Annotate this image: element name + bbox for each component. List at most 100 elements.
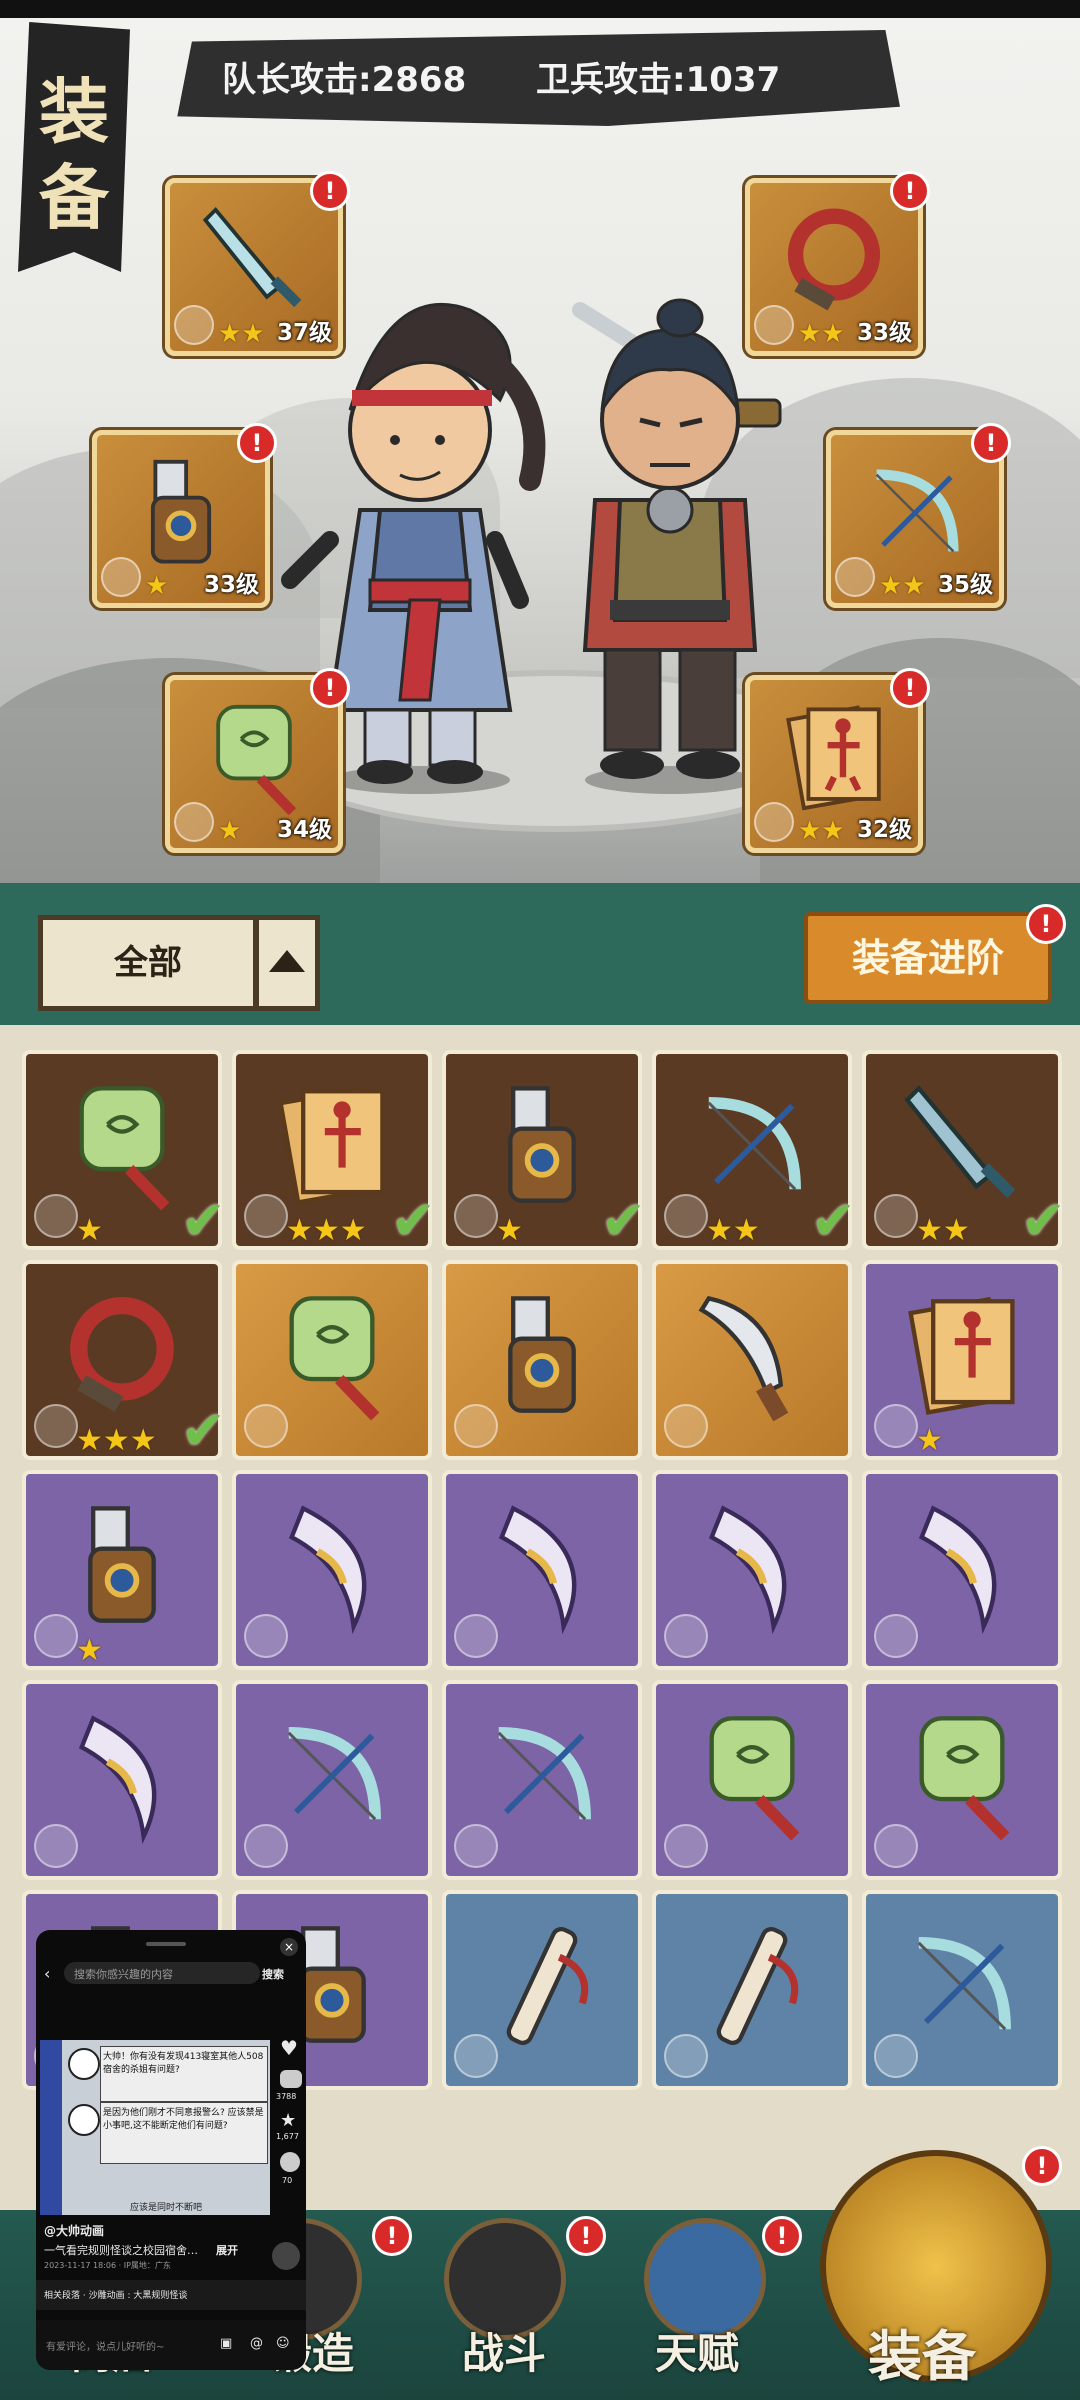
coin-icon <box>874 1404 918 1448</box>
close-icon[interactable]: × <box>280 1938 298 1956</box>
inventory-item-crescent[interactable] <box>232 1470 432 1670</box>
search-button[interactable]: 搜索 <box>262 1966 284 1982</box>
star-rating: ★★★ <box>76 1423 157 1458</box>
coin-icon <box>454 1194 498 1238</box>
equip-slot-bow[interactable]: ★★ 35级 ! <box>826 423 1011 608</box>
mention-icon[interactable]: @ <box>250 2336 263 2351</box>
star-rating: ★ <box>218 816 242 846</box>
alert-badge: ! <box>566 2216 606 2256</box>
inventory-item-crescent[interactable] <box>22 1680 222 1880</box>
status-strip <box>0 0 1080 18</box>
emoji-icon[interactable]: ☺ <box>276 2336 290 2351</box>
search-input[interactable]: 搜索你感兴趣的内容 <box>64 1962 260 1984</box>
bow-icon <box>707 1097 801 1191</box>
inventory-item-crescent[interactable] <box>652 1470 852 1670</box>
gauntlet-icon <box>88 1506 156 1623</box>
whip-icon <box>787 208 881 311</box>
inventory-item-bow[interactable]: ★★ ✔ <box>652 1050 856 1252</box>
jade-token-icon <box>289 1296 380 1421</box>
star-rating: ★ <box>76 1213 103 1248</box>
filter-dropdown[interactable]: 全部 <box>38 915 258 1011</box>
coin-icon <box>874 1194 918 1238</box>
equipped-check-icon: ✔ <box>180 1399 226 1462</box>
slot-level: 33级 <box>203 572 259 598</box>
comment-input[interactable]: 有爱评论，说点儿好听的~ <box>46 2338 164 2353</box>
gauntlet-icon <box>508 1086 576 1203</box>
author-name[interactable]: @大帅动画 <box>44 2222 104 2239</box>
inventory-item-sword[interactable]: ★★ ✔ <box>862 1050 1066 1252</box>
nav-talent[interactable]: 天赋 <box>655 2320 739 2381</box>
inventory-item-crescent[interactable] <box>442 1470 642 1670</box>
coin-icon <box>754 802 794 842</box>
star-rating: ★ <box>76 1633 103 1668</box>
comment-icon[interactable] <box>280 2070 302 2088</box>
equip-slot-gauntlet[interactable]: ★ 33级 ! <box>92 423 277 608</box>
coin-icon <box>34 1614 78 1658</box>
comment-bar[interactable]: 有爱评论，说点儿好听的~ ▣ @ ☺ <box>36 2320 306 2370</box>
video-frame[interactable]: 大帅！你有没有发现413寝室其他人508宿舍的杀姐有问题? 是因为他们刚才不同意… <box>40 2040 270 2215</box>
dao-icon <box>698 1295 789 1422</box>
crescent-icon <box>708 1505 787 1635</box>
inventory-item-scroll[interactable]: ★ <box>862 1260 1062 1460</box>
like-icon[interactable]: ♥ <box>280 2036 298 2060</box>
jade-token-icon <box>216 704 297 816</box>
inventory-item-gauntlet[interactable] <box>442 1260 642 1460</box>
equip-slot-sword[interactable]: ★★ 37级 ! <box>165 171 350 356</box>
coin-icon <box>874 1614 918 1658</box>
drag-handle[interactable] <box>146 1942 186 1946</box>
coin-icon <box>174 802 214 842</box>
expand-link[interactable]: 展开 <box>216 2242 238 2258</box>
star-icon[interactable]: ★ <box>280 2110 296 2131</box>
inventory-item-flute[interactable] <box>652 1890 852 2090</box>
inventory-item-bow[interactable] <box>442 1680 642 1880</box>
inventory-item-jade-token[interactable] <box>652 1680 852 1880</box>
star-rating: ★ <box>916 1423 943 1458</box>
alert-badge: ! <box>890 171 930 211</box>
inventory-item-jade-token[interactable] <box>862 1680 1062 1880</box>
equip-slot-whip[interactable]: ★★ 33级 ! <box>745 171 930 356</box>
coin-icon <box>664 1194 708 1238</box>
inventory-item-bow[interactable] <box>232 1680 432 1880</box>
alert-badge: ! <box>237 423 277 463</box>
slot-level: 35级 <box>937 572 993 598</box>
equipped-check-icon: ✔ <box>600 1189 646 1252</box>
inventory-item-jade-token[interactable] <box>232 1260 432 1460</box>
scroll-icon <box>278 1086 385 1205</box>
share-icon[interactable] <box>280 2152 300 2172</box>
video-description: 一气看完规则怪谈之校园宿舍… <box>44 2244 198 2257</box>
coin-icon <box>101 557 141 597</box>
inventory-item-gauntlet[interactable]: ★ <box>22 1470 222 1670</box>
equip-slot-jade-token[interactable]: ★ 34级 ! <box>165 668 350 853</box>
inventory-item-gauntlet[interactable]: ★ ✔ <box>442 1050 646 1252</box>
post-meta: 2023-11-17 18:06 · IP属地：广东 <box>44 2261 171 2270</box>
coin-icon <box>664 1824 708 1868</box>
inventory-item-flute[interactable] <box>442 1890 642 2090</box>
gauntlet-icon <box>508 1296 576 1413</box>
flute-icon <box>716 1926 799 2046</box>
alert-badge: ! <box>372 2216 412 2256</box>
image-icon[interactable]: ▣ <box>220 2336 232 2351</box>
inventory-item-crescent[interactable] <box>862 1470 1062 1670</box>
star-rating: ★★ <box>706 1213 760 1248</box>
alert-badge: ! <box>310 171 350 211</box>
inventory-item-bow[interactable] <box>862 1890 1062 2090</box>
related-bar[interactable]: 相关段落 · 沙雕动画 : 大黑规则怪谈 <box>36 2280 306 2310</box>
equip-slot-scroll[interactable]: ★★ 32级 ! <box>745 668 930 853</box>
back-icon[interactable]: ‹ <box>44 1964 50 1983</box>
inventory-item-whip[interactable]: ★★★ ✔ <box>22 1260 226 1462</box>
equip-advance-button[interactable]: 装备进阶 <box>804 912 1052 1004</box>
dropdown-toggle[interactable] <box>254 915 320 1011</box>
star-rating: ★★ <box>916 1213 970 1248</box>
music-disc-icon[interactable] <box>272 2242 300 2270</box>
video-overlay[interactable]: × ‹ 搜索你感兴趣的内容 搜索 大帅！你有没有发现413寝室其他人508宿舍的… <box>36 1930 306 2370</box>
coin-icon <box>835 557 875 597</box>
crescent-icon <box>78 1715 157 1845</box>
nav-battle[interactable]: 战斗 <box>462 2320 546 2381</box>
star-rating: ★★ <box>879 571 926 601</box>
inventory-item-jade-token[interactable]: ★ ✔ <box>22 1050 226 1252</box>
triangle-up-icon <box>269 950 305 972</box>
nav-equipment[interactable]: 装备 <box>868 2312 976 2391</box>
inventory-item-dao[interactable] <box>652 1260 852 1460</box>
flute-icon <box>506 1926 589 2046</box>
inventory-item-scroll[interactable]: ★★★ ✔ <box>232 1050 436 1252</box>
